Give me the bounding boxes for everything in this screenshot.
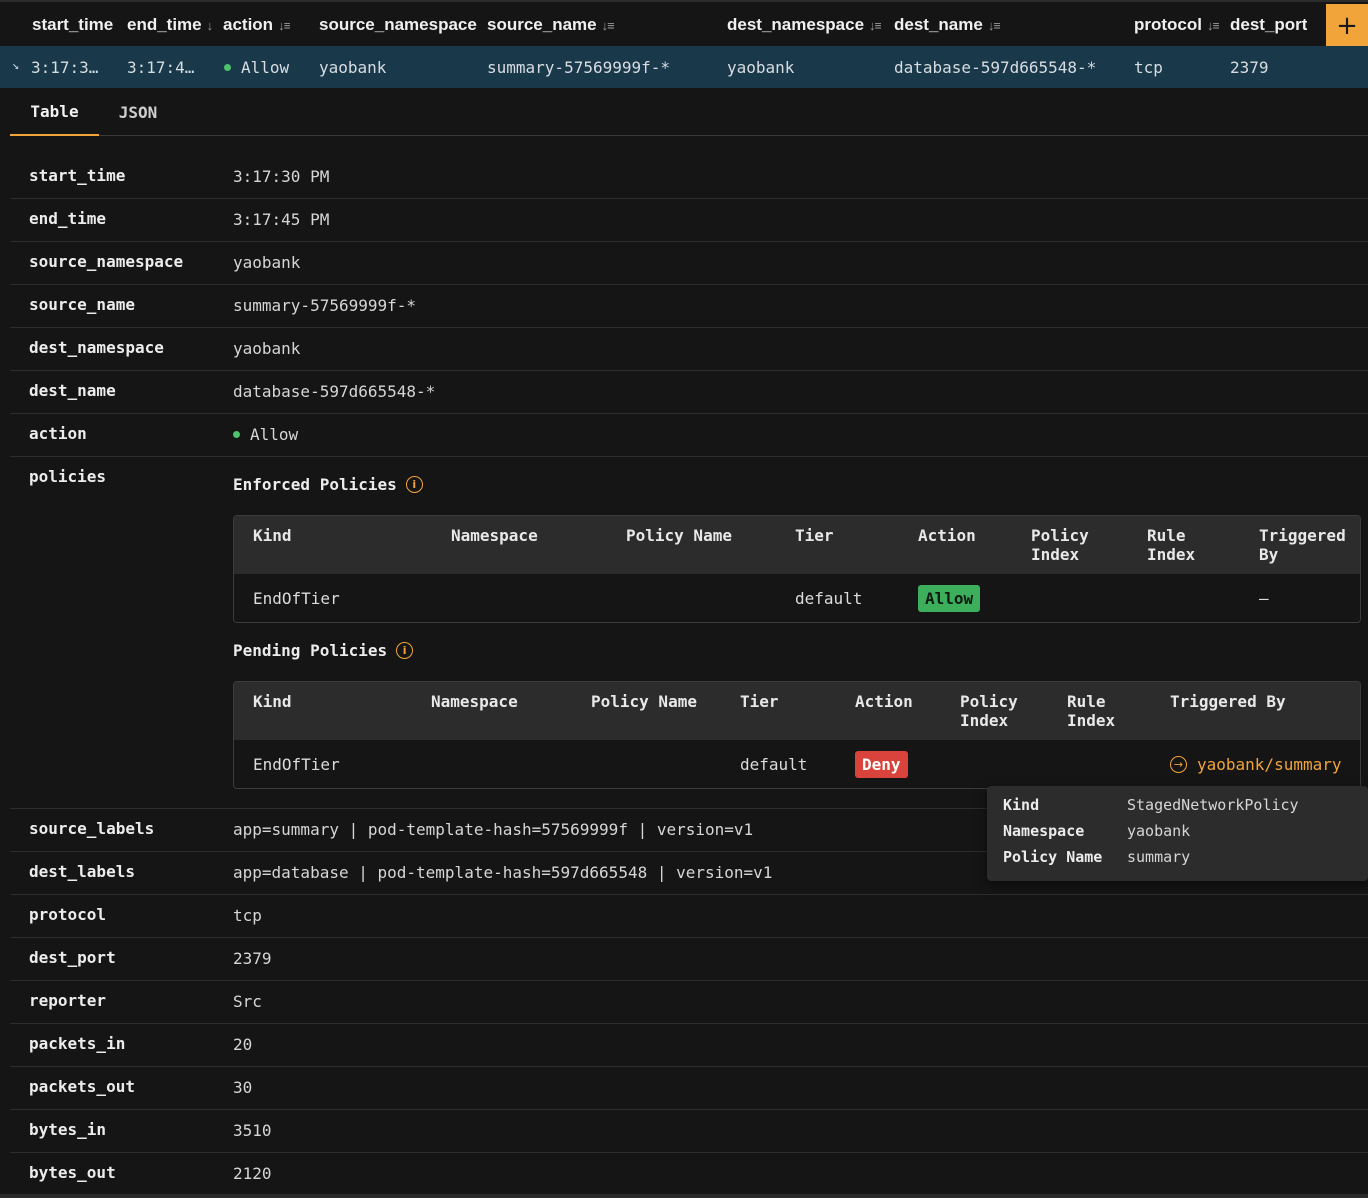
cell-action: Allow (224, 46, 289, 88)
column-end-time[interactable]: end_time ↓ (127, 2, 219, 48)
cell-end-time: 3:17:4… (127, 57, 195, 77)
detail-row-protocol: protocol tcp (10, 895, 1368, 938)
action-badge-deny: Deny (855, 750, 908, 778)
status-dot-icon (224, 63, 231, 71)
column-start-time[interactable]: start_time (32, 2, 113, 48)
sort-icon[interactable]: ↓≡ (988, 18, 1000, 33)
column-dest-port[interactable]: dest_port (1230, 2, 1307, 48)
table-row-selected[interactable]: ↘ 3:17:3… 3:17:4… Allow yaobank summary-… (0, 46, 1368, 88)
cell-start-time: 3:17:3… (31, 57, 99, 77)
action-badge-allow: Allow (918, 584, 981, 612)
detail-row-action: action Allow (10, 414, 1368, 457)
detail-row-bytes-out: bytes_out 2120 (29, 1163, 272, 1183)
column-protocol[interactable]: protocol ↓≡ (1134, 2, 1219, 48)
detail-row-packets-out: packets_out 30 (10, 1067, 1368, 1110)
detail-row-dest-port: dest_port 2379 (10, 938, 1368, 981)
tab-json[interactable]: JSON (106, 88, 170, 136)
detail-row-bytes-in: bytes_in 3510 (10, 1110, 1368, 1153)
table-row: EndOfTier default Allow – (234, 574, 1360, 622)
sort-icon[interactable]: ↓≡ (1207, 18, 1219, 33)
table-row: EndOfTier default Deny → yaobank/summary (234, 740, 1360, 788)
tab-table[interactable]: Table (10, 88, 99, 136)
sort-icon: ↓ (206, 17, 213, 33)
detail-table: start_time 3:17:30 PM end_time 3:17:45 P… (10, 156, 1368, 1196)
collapse-chevron-icon[interactable]: ↘ (12, 58, 19, 72)
column-header-bar: start_time end_time ↓ action ↓≡ source_nam… (0, 0, 1368, 48)
detail-row-source-name: source_name summary-57569999f-* (10, 285, 1368, 328)
sort-icon[interactable]: ↓≡ (869, 18, 881, 33)
cell-source-namespace: yaobank (319, 57, 387, 77)
column-source-name[interactable]: source_name ↓≡ (487, 2, 614, 48)
detail-row-reporter: reporter Src (10, 981, 1368, 1024)
column-dest-name[interactable]: dest_name ↓≡ (894, 2, 1000, 48)
column-dest-namespace[interactable]: dest_namespace ↓≡ (727, 2, 881, 48)
add-column-button[interactable]: + (1326, 4, 1368, 48)
detail-row-dest-name: dest_name database-597d665548-* (10, 371, 1368, 414)
arrow-right-circle-icon: → (1170, 755, 1187, 773)
bottom-border (0, 1194, 1368, 1198)
cell-dest-port: 2379 (1230, 57, 1269, 77)
column-action[interactable]: action ↓≡ (223, 2, 290, 48)
triggered-by-link[interactable]: → yaobank/summary (1170, 755, 1342, 774)
cell-source-name: summary-57569999f-* (487, 57, 671, 77)
enforced-policies-title: Enforced Policies i (233, 475, 423, 494)
column-source-namespace[interactable]: source_namespace (319, 2, 483, 48)
detail-row-start-time: start_time 3:17:30 PM (10, 156, 1368, 199)
detail-row-packets-in: packets_in 20 (10, 1024, 1368, 1067)
detail-row-end-time: end_time 3:17:45 PM (10, 199, 1368, 242)
enforced-policies-header: Kind Namespace Policy Name Tier Action P… (234, 516, 1360, 574)
info-icon[interactable]: i (405, 476, 423, 493)
detail-row-dest-namespace: dest_namespace yaobank (10, 328, 1368, 371)
cell-dest-namespace: yaobank (727, 57, 795, 77)
pending-policies-header: Kind Namespace Policy Name Tier Action P… (234, 682, 1360, 740)
enforced-policies-table: Kind Namespace Policy Name Tier Action P… (233, 515, 1361, 623)
plus-icon: + (1336, 11, 1358, 41)
sort-icon[interactable]: ↓≡ (278, 18, 290, 33)
detail-row-source-namespace: source_namespace yaobank (10, 242, 1368, 285)
status-dot-icon (233, 431, 240, 438)
detail-row-policies: policies Enforced Policies i Kind Namesp… (10, 457, 1368, 809)
detail-tabs: Table JSON (10, 88, 1368, 136)
pending-policies-title: Pending Policies i (233, 641, 414, 660)
cell-protocol: tcp (1134, 57, 1163, 77)
info-icon[interactable]: i (396, 642, 414, 659)
pending-policies-table: Kind Namespace Policy Name Tier Action P… (233, 681, 1361, 789)
cell-dest-name: database-597d665548-* (894, 57, 1097, 77)
sort-icon[interactable]: ↓≡ (602, 18, 614, 33)
policy-tooltip: Kind StagedNetworkPolicy Namespace yaoba… (987, 786, 1368, 881)
